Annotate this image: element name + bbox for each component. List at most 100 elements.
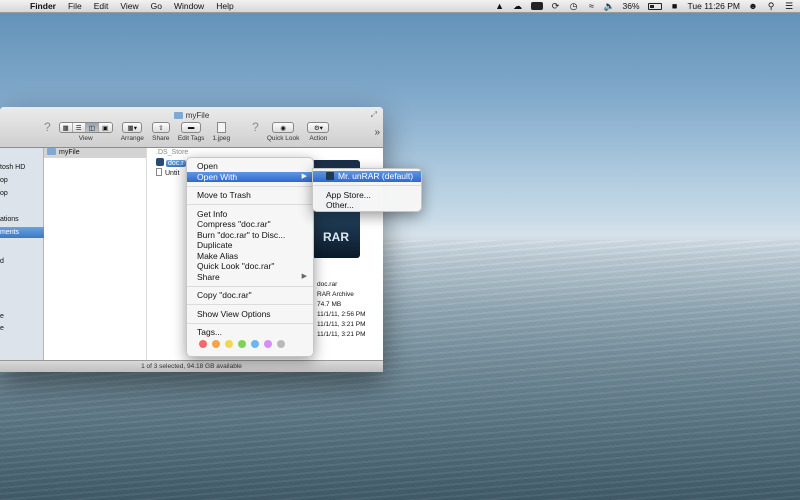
file-kind: RAR Archive (317, 291, 354, 298)
user-icon[interactable]: ☻ (748, 1, 758, 11)
sidebar-item-hd[interactable]: tosh HD (0, 162, 44, 173)
eye-icon[interactable]: ◉ (272, 122, 295, 133)
window-titlebar: myFile ⤢ ? ▦ ☰ ◫ ▣ View ▦▾ Arrange ⇧ Sha… (0, 107, 383, 148)
sidebar-item-downloads[interactable]: d (0, 256, 44, 267)
menu-item-other[interactable]: Other... (313, 200, 421, 211)
evernote-icon[interactable]: ▲ (495, 1, 505, 11)
action-control[interactable]: ⚙▾ Action (307, 122, 330, 142)
wifi-icon[interactable]: ≈ (587, 1, 597, 11)
icon-view-icon[interactable]: ▦ (59, 123, 73, 132)
sidebar-item-documents[interactable]: ments (0, 227, 44, 238)
menu-item-show-view-options[interactable]: Show View Options (187, 309, 313, 320)
menu-item-make-alias[interactable]: Make Alias (187, 251, 313, 262)
sidebar: tosh HD op op ations ments d e e (0, 148, 44, 360)
window-toolbar: ? ▦ ☰ ◫ ▣ View ▦▾ Arrange ⇧ Share ▬ Edit… (44, 121, 330, 142)
column-1: myFile (44, 148, 147, 360)
menu-edit[interactable]: Edit (88, 1, 115, 11)
sidebar-item-applications[interactable]: ations (0, 214, 44, 225)
unknown-tool-icon-2[interactable]: ? (252, 121, 259, 133)
sidebar-item-8[interactable]: e (0, 323, 44, 334)
menu-item-copy[interactable]: Copy "doc.rar" (187, 290, 313, 301)
folder-icon (173, 112, 183, 119)
time-machine-icon[interactable]: ◷ (569, 1, 579, 11)
file-proxy-control[interactable]: 1.jpeg (212, 122, 230, 142)
menu-separator (187, 185, 313, 187)
menu-item-open[interactable]: Open (187, 161, 313, 172)
menu-item-tags[interactable]: Tags... (187, 327, 313, 338)
share-icon[interactable]: ⇧ (151, 122, 170, 133)
menu-separator (187, 322, 313, 324)
menu-item-app-store[interactable]: App Store... (313, 190, 421, 201)
tag-yellow[interactable] (225, 339, 233, 348)
tag-green[interactable] (238, 339, 246, 348)
list-item[interactable]: myFile (44, 148, 146, 158)
tag-icon[interactable]: ▬ (181, 122, 202, 133)
menu-item-burn[interactable]: Burn "doc.rar" to Disc... (187, 230, 313, 241)
column-view-icon[interactable]: ◫ (85, 123, 99, 132)
document-icon[interactable] (216, 122, 226, 133)
cover-flow-icon[interactable]: ▣ (98, 123, 112, 132)
menu-go[interactable]: Go (145, 1, 168, 11)
menu-help[interactable]: Help (210, 1, 239, 11)
window-title: myFile (0, 111, 383, 120)
menu-separator (187, 204, 313, 205)
sidebar-item-7[interactable]: e (0, 311, 44, 322)
file-modified: 11/1/11, 3:21 PM (317, 321, 366, 328)
file-created: 11/1/11, 2:56 PM (317, 311, 366, 318)
menu-item-move-to-trash[interactable]: Move to Trash (187, 190, 313, 201)
menu-view[interactable]: View (114, 1, 144, 11)
menu-file[interactable]: File (62, 1, 88, 11)
toolbar-overflow-icon[interactable]: » (374, 127, 380, 138)
tag-color-row (187, 338, 313, 348)
list-view-icon[interactable]: ☰ (72, 123, 86, 132)
menu-item-quick-look[interactable]: Quick Look "doc.rar" (187, 261, 313, 272)
tag-red[interactable] (199, 339, 207, 348)
share-control[interactable]: ⇧ Share (151, 122, 170, 142)
battery-icon[interactable] (647, 2, 662, 10)
menu-item-duplicate[interactable]: Duplicate (187, 240, 313, 251)
quick-look-control[interactable]: ◉ Quick Look (267, 122, 299, 142)
menu-separator (313, 185, 421, 186)
submenu-arrow-icon: ▶ (301, 172, 307, 180)
sidebar-item-desktop-2[interactable]: op (0, 188, 44, 199)
sleep-icon[interactable]: ■ (670, 1, 680, 11)
arrange-icon[interactable]: ▦▾ (122, 122, 143, 133)
submenu-arrow-icon: ▶ (301, 272, 307, 280)
menu-item-mr-unrar[interactable]: Mr. unRAR (default) (313, 171, 421, 182)
spotlight-icon[interactable]: ⚲ (766, 1, 776, 11)
view-control[interactable]: ▦ ☰ ◫ ▣ View (58, 122, 113, 142)
tag-blue[interactable] (251, 339, 259, 348)
tag-orange[interactable] (212, 339, 220, 348)
battery-percent[interactable]: 36% (623, 1, 640, 11)
menu-item-get-info[interactable]: Get Info (187, 209, 313, 220)
edit-tags-control[interactable]: ▬ Edit Tags (178, 122, 204, 142)
volume-icon[interactable]: 🔈 (604, 1, 615, 11)
gear-icon[interactable]: ⚙▾ (307, 122, 330, 133)
document-icon (156, 168, 162, 176)
arrange-control[interactable]: ▦▾ Arrange (121, 122, 144, 142)
menu-separator (187, 285, 313, 287)
mr-unrar-app-icon (326, 172, 334, 180)
tag-gray[interactable] (277, 339, 285, 348)
file-name: doc.rar (317, 281, 338, 288)
status-bar: 1 of 3 selected, 94.18 GB available (0, 360, 383, 372)
view-label: View (78, 135, 93, 142)
menu-window[interactable]: Window (168, 1, 210, 11)
tag-purple[interactable] (264, 339, 272, 348)
menu-item-open-with[interactable]: Open With ▶ (187, 171, 313, 182)
unknown-tool-icon[interactable]: ? (44, 121, 51, 133)
menu-item-share[interactable]: Share ▶ (187, 272, 313, 283)
folder-icon (47, 148, 56, 155)
context-menu: Open Open With ▶ Move to Trash Get Info C… (186, 157, 314, 357)
notification-center-icon[interactable]: ☰ (784, 1, 794, 11)
clock[interactable]: Tue 11:26 PM (688, 1, 740, 11)
sidebar-item-desktop[interactable]: op (0, 175, 44, 186)
open-with-submenu: Mr. unRAR (default) App Store... Other..… (312, 168, 422, 212)
menu-item-compress[interactable]: Compress "doc.rar" (187, 219, 313, 230)
menu-bar: Finder File Edit View Go Window Help ▲ ☁… (0, 0, 800, 13)
menu-extra-icon[interactable] (530, 2, 543, 10)
sync-icon[interactable]: ⟳ (551, 1, 561, 11)
fullscreen-icon[interactable]: ⤢ (371, 110, 377, 120)
cloud-icon[interactable]: ☁ (513, 1, 523, 11)
menu-finder[interactable]: Finder (24, 1, 62, 11)
